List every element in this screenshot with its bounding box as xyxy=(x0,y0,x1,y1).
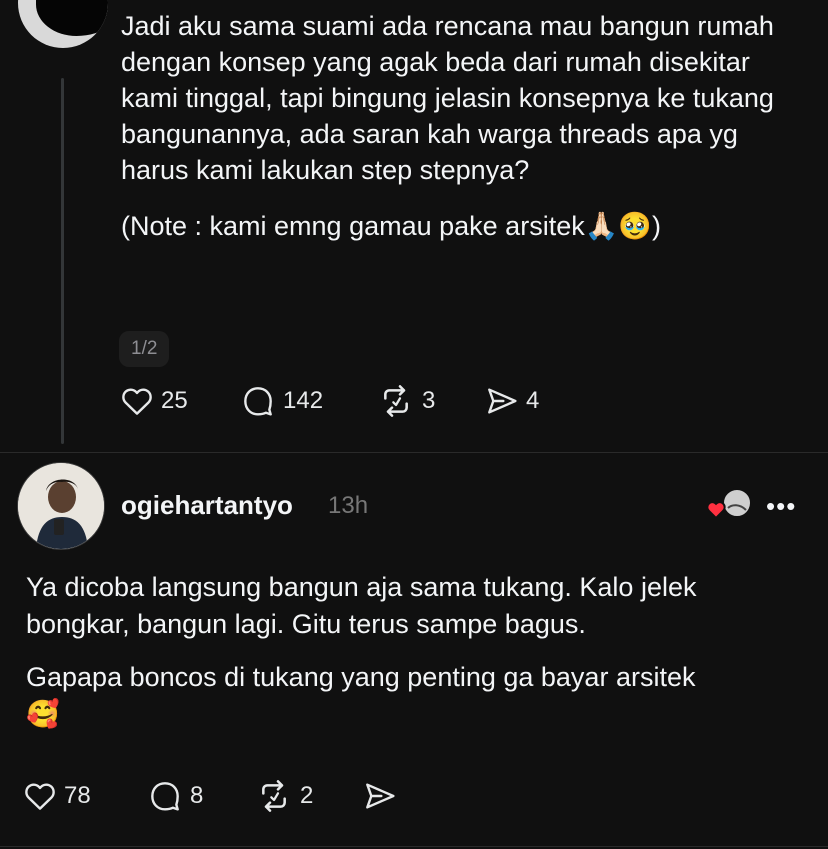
comment-button[interactable]: 142 xyxy=(241,385,378,417)
reply-emoji: 🥰 xyxy=(26,699,60,730)
more-options-button[interactable]: ••• xyxy=(766,491,796,522)
replier-avatar-photo xyxy=(18,463,104,549)
comment-count: 142 xyxy=(283,387,324,414)
reply-actions: 78 8 2 xyxy=(24,780,396,812)
reply-paragraph-2-text: Gapapa boncos di tukang yang penting ga … xyxy=(26,662,696,692)
reply-repost-button[interactable]: 2 xyxy=(256,780,364,812)
share-icon xyxy=(488,388,517,414)
repost-button[interactable]: 3 xyxy=(378,385,486,417)
note-emoji: 🙏🏻🥹 xyxy=(584,211,652,242)
reply-comment-count: 8 xyxy=(190,782,204,809)
reply-body: Ya dicoba langsung bangun aja sama tukan… xyxy=(26,569,806,733)
comment-icon xyxy=(244,387,272,416)
reply-comment-button[interactable]: 8 xyxy=(148,780,256,812)
reply-timestamp: 13h xyxy=(328,492,369,519)
thread-view: Jadi aku sama suami ada rencana mau bang… xyxy=(0,0,828,849)
reply-paragraph-1: Ya dicoba langsung bangun aja sama tukan… xyxy=(26,572,697,639)
page-indicator-badge: 1/2 xyxy=(119,331,170,367)
repost-count: 3 xyxy=(422,387,436,414)
like-count: 25 xyxy=(161,387,188,414)
repost-icon xyxy=(384,385,408,417)
note-close: ) xyxy=(651,211,661,241)
original-post-actions: 25 142 3 4 xyxy=(121,385,539,417)
original-poster-avatar[interactable] xyxy=(18,0,108,48)
post-divider xyxy=(0,452,828,453)
liked-by-author-icon xyxy=(706,488,752,520)
replier-avatar[interactable] xyxy=(17,462,105,550)
reply-like-button[interactable]: 78 xyxy=(24,781,148,811)
share-button[interactable]: 4 xyxy=(486,386,539,416)
avatar-redaction xyxy=(36,0,108,36)
original-post-body: Jadi aku sama suami ada rencana mau bang… xyxy=(121,8,801,245)
thread-connector-line xyxy=(61,78,64,444)
note-text: (Note : kami emng gamau pake arsitek xyxy=(121,211,585,241)
reply-paragraph-2: Gapapa boncos di tukang yang penting ga … xyxy=(26,659,806,733)
heart-icon xyxy=(122,388,152,415)
original-post-note: (Note : kami emng gamau pake arsitek🙏🏻🥹) xyxy=(121,208,801,245)
share-icon xyxy=(366,783,395,809)
original-post-paragraph-1: Jadi aku sama suami ada rencana mau bang… xyxy=(121,11,774,185)
share-count: 4 xyxy=(526,387,540,414)
like-button[interactable]: 25 xyxy=(121,386,241,416)
comment-icon xyxy=(151,782,179,811)
heart-icon xyxy=(25,783,55,810)
reply-repost-count: 2 xyxy=(300,782,314,809)
reply-share-button[interactable] xyxy=(364,781,396,811)
bottom-divider xyxy=(0,846,828,847)
reply-username[interactable]: ogiehartantyo xyxy=(121,490,293,521)
repost-icon xyxy=(262,780,286,812)
reply-like-count: 78 xyxy=(64,782,91,809)
